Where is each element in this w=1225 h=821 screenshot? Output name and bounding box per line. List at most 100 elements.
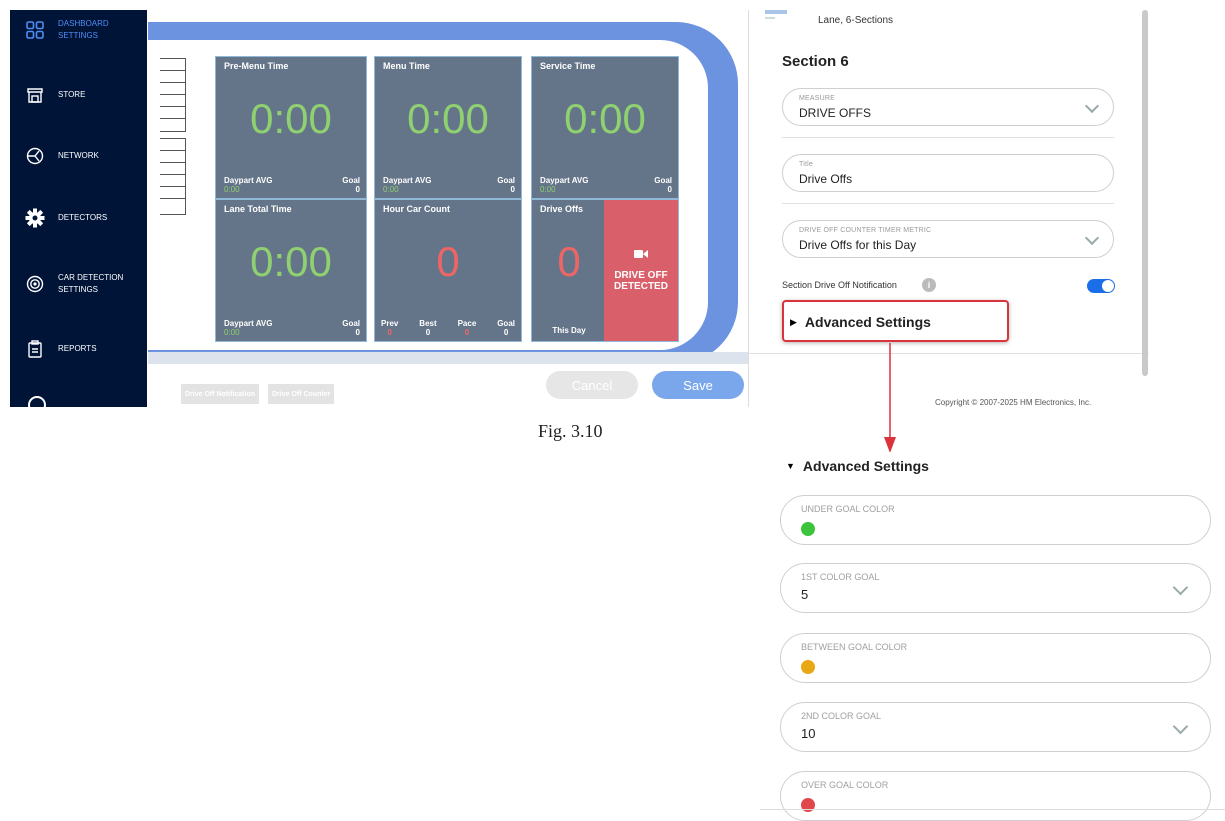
stat-best: Best 0 <box>419 319 437 337</box>
layout-name: Lane, 6-Sections <box>818 15 894 26</box>
tile-goal-label: Goal <box>654 176 672 185</box>
field-caption: 1ST COLOR GOAL <box>801 572 880 582</box>
sidebar-label: CAR DETECTION <box>58 273 124 282</box>
field-value: 5 <box>801 587 809 602</box>
drive-off-alert: DRIVE OFF DETECTED <box>604 200 678 341</box>
tile-drive-offs[interactable]: Drive Offs 0 This Day DRIVE OFF DETECTED <box>531 199 679 342</box>
sidebar-item-store[interactable]: STORE <box>10 84 147 106</box>
tile-goal-value: 0 <box>667 185 672 194</box>
second-color-goal-select[interactable]: 2ND COLOR GOAL 10 <box>780 702 1211 752</box>
sidebar-item-detectors[interactable]: DETECTORS <box>10 207 147 229</box>
tile-goal-value: 0 <box>355 185 360 194</box>
cancel-button[interactable]: Cancel <box>546 371 638 399</box>
tile-value: 0:00 <box>564 95 646 142</box>
info-icon[interactable]: i <box>922 278 936 292</box>
dashboard-preview: Pre-Menu Time 0:00 Daypart AVG 0:00 Goal 0… <box>148 10 748 407</box>
sidebar-label: DETECTORS <box>58 213 108 222</box>
scrollbar[interactable] <box>1142 10 1148 376</box>
tile-goal-label: Goal <box>342 319 360 328</box>
advanced-settings-label: Advanced Settings <box>804 314 931 330</box>
stat-goal: Goal 0 <box>497 319 515 337</box>
caret-down-icon: ▼ <box>786 461 795 471</box>
color-swatch <box>801 522 815 536</box>
dashboard-grid-icon <box>24 19 46 41</box>
notification-label: Section Drive Off Notification <box>782 280 897 290</box>
sidebar-item-car-detection[interactable]: CAR DETECTION SETTINGS <box>10 272 147 296</box>
field-value: Drive Offs for this Day <box>799 238 917 252</box>
under-goal-color-picker[interactable]: UNDER GOAL COLOR <box>780 495 1211 545</box>
sidebar-label: SETTINGS <box>58 31 99 40</box>
drive-off-counter-chip[interactable]: Drive Off Counter <box>268 384 335 404</box>
field-caption: UNDER GOAL COLOR <box>801 504 895 514</box>
tile-foot-value: 0:00 <box>224 328 240 337</box>
sidebar-item-dashboard-settings[interactable]: DASHBOARD SETTINGS <box>10 18 147 42</box>
field-value: Drive Offs <box>799 172 853 186</box>
tile-value: 0:00 <box>250 238 332 285</box>
advanced-settings-toggle[interactable]: ▼ Advanced Settings <box>786 458 929 474</box>
alert-line: DRIVE OFF <box>614 270 668 281</box>
partial-icon <box>28 396 46 407</box>
measure-select[interactable]: MEASURE DRIVE OFFS <box>782 88 1114 126</box>
advanced-settings-expanded: ▼ Advanced Settings UNDER GOAL COLOR 1ST… <box>760 452 1225 821</box>
sidebar-label: STORE <box>58 90 86 99</box>
advanced-settings-label: Advanced Settings <box>802 458 929 474</box>
tile-foot-label: This Day <box>552 326 586 335</box>
alert-line: DETECTED <box>614 281 668 292</box>
tile-foot-label: Daypart AVG <box>383 176 432 185</box>
caret-right-icon: ▶ <box>790 316 797 327</box>
tile-value: 0:00 <box>407 95 489 142</box>
field-caption: DRIVE OFF COUNTER TIMER METRIC <box>799 227 932 234</box>
tile-foot-value: 0:00 <box>540 185 556 194</box>
tile-value: 0 <box>436 238 460 285</box>
tile-title: Drive Offs <box>540 204 584 214</box>
field-value: 10 <box>801 726 816 741</box>
sidebar-label: SETTINGS <box>58 285 99 294</box>
section-title: Section 6 <box>782 53 849 70</box>
notification-toggle[interactable] <box>1087 279 1115 293</box>
tile-hour-car-count[interactable]: Hour Car Count 0 Prev 0 Best 0 Pace 0 Goal 0 <box>374 199 522 342</box>
tile-foot-value: 0:00 <box>383 185 399 194</box>
chevron-down-icon <box>1084 98 1100 114</box>
tile-foot-label: Daypart AVG <box>540 176 589 185</box>
tile-title: Lane Total Time <box>224 204 292 214</box>
tile-menu-time[interactable]: Menu Time 0:00 Daypart AVG 0:00 Goal 0 <box>374 56 522 199</box>
field-caption: MEASURE <box>799 95 836 102</box>
first-color-goal-select[interactable]: 1ST COLOR GOAL 5 <box>780 563 1211 613</box>
between-goal-color-picker[interactable]: BETWEEN GOAL COLOR <box>780 633 1211 683</box>
sidebar-item-network[interactable]: NETWORK <box>10 145 147 167</box>
save-button[interactable]: Save <box>652 371 744 399</box>
timer-metric-select[interactable]: DRIVE OFF COUNTER TIMER METRIC Drive Off… <box>782 220 1114 258</box>
radar-icon <box>24 273 46 295</box>
advanced-settings-toggle[interactable]: ▶ Advanced Settings <box>790 314 931 330</box>
arrow-down-connector <box>884 343 896 453</box>
tile-foot-label: Daypart AVG <box>224 176 273 185</box>
tile-title: Pre-Menu Time <box>224 61 289 71</box>
clipboard-icon <box>24 338 46 360</box>
tile-goal-value: 0 <box>510 185 515 194</box>
tile-goal-label: Goal <box>497 176 515 185</box>
sidebar-item-reports[interactable]: REPORTS <box>10 338 147 360</box>
over-goal-color-picker[interactable]: OVER GOAL COLOR <box>780 771 1211 821</box>
tile-title: Hour Car Count <box>383 204 450 214</box>
sidebar: DASHBOARD SETTINGS STORE NETWORK DETECTOR… <box>10 10 147 407</box>
store-icon <box>24 84 46 106</box>
tile-lane-total-time[interactable]: Lane Total Time 0:00 Daypart AVG 0:00 Goa… <box>215 199 367 342</box>
section-settings-panel: Lane, 6-Sections Section 6 MEASURE DRIVE… <box>748 10 1149 407</box>
tile-foot-label: Daypart AVG <box>224 319 273 328</box>
sidebar-label: NETWORK <box>58 151 99 160</box>
drive-off-notification-chip[interactable]: Drive Off Notification <box>181 384 260 404</box>
field-value: DRIVE OFFS <box>799 106 872 120</box>
chevron-down-icon <box>1084 230 1100 246</box>
field-caption: Title <box>799 161 813 168</box>
chevron-down-icon <box>1172 579 1189 596</box>
tile-foot-value: 0:00 <box>224 185 240 194</box>
tile-pre-menu-time[interactable]: Pre-Menu Time 0:00 Daypart AVG 0:00 Goal 0 <box>215 56 367 199</box>
chevron-down-icon <box>1172 718 1189 735</box>
tile-service-time[interactable]: Service Time 0:00 Daypart AVG 0:00 Goal 0 <box>531 56 679 199</box>
network-icon <box>24 145 46 167</box>
video-camera-icon <box>634 249 648 262</box>
tile-value: 0:00 <box>250 95 332 142</box>
gear-icon <box>24 207 46 229</box>
field-caption: OVER GOAL COLOR <box>801 780 889 790</box>
title-field[interactable]: Title Drive Offs <box>782 154 1114 192</box>
